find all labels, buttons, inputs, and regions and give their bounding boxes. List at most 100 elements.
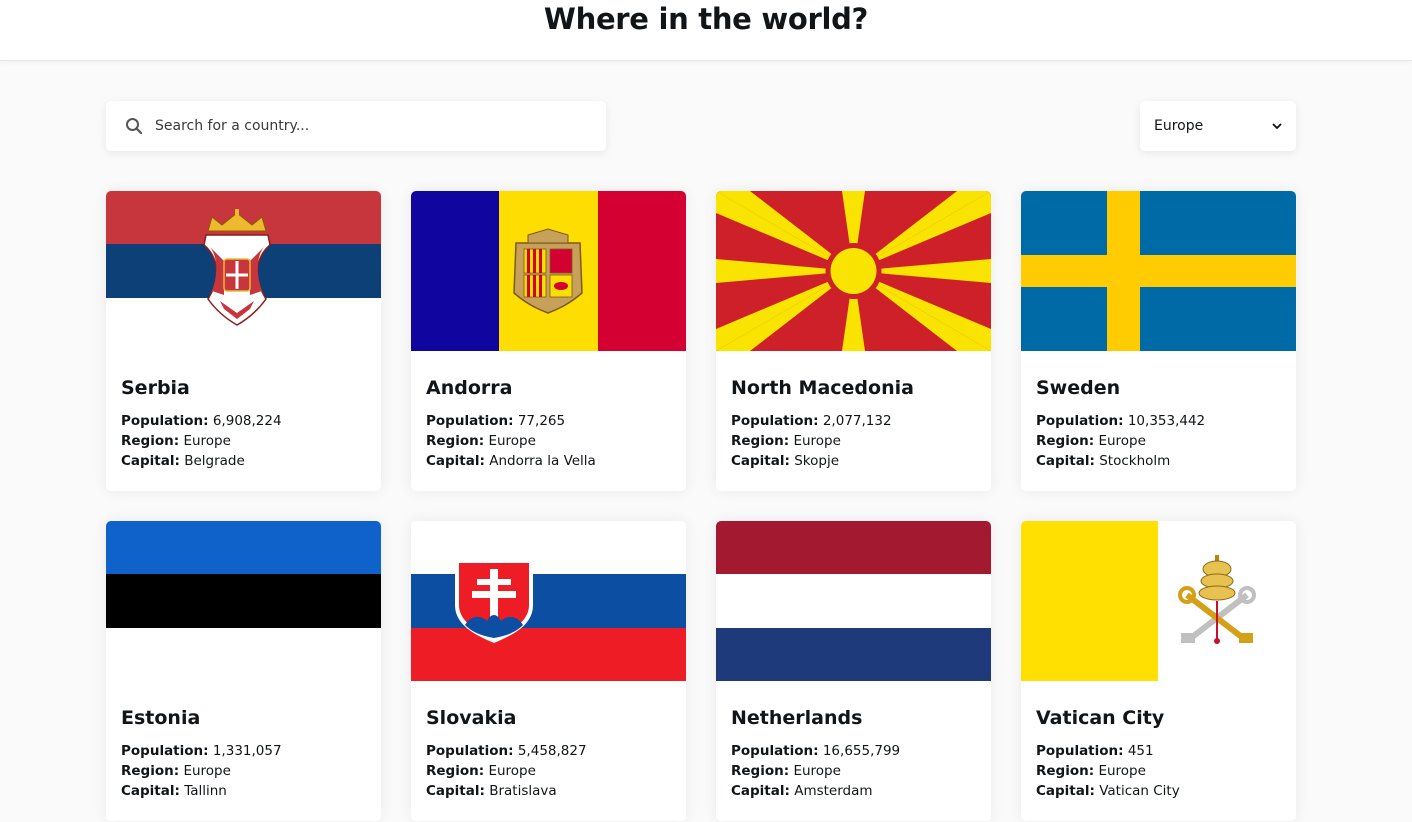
region-value: Europe — [488, 763, 536, 779]
country-card[interactable]: North Macedonia Population: 2,077,132 Re… — [716, 191, 991, 491]
region-line: Region: Europe — [1036, 431, 1281, 451]
region-line: Region: Europe — [731, 761, 976, 781]
region-filter-select[interactable]: Europe — [1140, 101, 1296, 151]
north-macedonia-flag — [716, 191, 991, 351]
estonia-flag — [106, 521, 381, 681]
header: Where in the world? — [0, 0, 1412, 61]
population-value: 77,265 — [517, 413, 566, 429]
region-label: Region: — [426, 433, 485, 449]
capital-line: Capital: Tallinn — [121, 781, 366, 801]
region-value: Europe — [1098, 763, 1146, 779]
capital-value: Skopje — [794, 453, 839, 469]
region-label: Region: — [426, 763, 485, 779]
population-label: Population: — [731, 413, 819, 429]
capital-label: Capital: — [731, 783, 790, 799]
region-value: Europe — [793, 433, 841, 449]
population-value: 5,458,827 — [517, 743, 587, 759]
region-line: Region: Europe — [121, 761, 366, 781]
region-label: Region: — [121, 433, 180, 449]
country-name: Sweden — [1036, 377, 1121, 399]
capital-line: Capital: Vatican City — [1036, 781, 1281, 801]
capital-label: Capital: — [1036, 453, 1095, 469]
netherlands-flag — [716, 521, 991, 681]
population-label: Population: — [121, 743, 209, 759]
serbia-flag — [106, 191, 381, 351]
capital-value: Belgrade — [184, 453, 245, 469]
capital-value: Amsterdam — [794, 783, 873, 799]
population-value: 451 — [1127, 743, 1154, 759]
capital-label: Capital: — [731, 453, 790, 469]
population-line: Population: 1,331,057 — [121, 741, 366, 761]
region-value: Europe — [183, 433, 231, 449]
country-card[interactable]: Netherlands Population: 16,655,799 Regio… — [716, 521, 991, 821]
capital-value: Andorra la Vella — [489, 453, 596, 469]
capital-value: Stockholm — [1099, 453, 1171, 469]
population-line: Population: 16,655,799 — [731, 741, 976, 761]
country-name: Estonia — [121, 707, 201, 729]
capital-value: Bratislava — [489, 783, 557, 799]
country-card[interactable]: Vatican City Population: 451 Region: Eur… — [1021, 521, 1296, 821]
population-value: 10,353,442 — [1127, 413, 1206, 429]
country-card[interactable]: Andorra Population: 77,265 Region: Europ… — [411, 191, 686, 491]
capital-value: Vatican City — [1099, 783, 1180, 799]
population-line: Population: 2,077,132 — [731, 411, 976, 431]
country-name: Serbia — [121, 377, 190, 399]
population-value: 6,908,224 — [212, 413, 282, 429]
population-label: Population: — [731, 743, 819, 759]
country-name: Netherlands — [731, 707, 863, 729]
search-icon — [124, 116, 144, 136]
capital-line: Capital: Bratislava — [426, 781, 671, 801]
capital-label: Capital: — [1036, 783, 1095, 799]
country-name: Vatican City — [1036, 707, 1165, 729]
capital-line: Capital: Amsterdam — [731, 781, 976, 801]
capital-label: Capital: — [426, 783, 485, 799]
region-label: Region: — [731, 433, 790, 449]
country-name: North Macedonia — [731, 377, 914, 399]
slovakia-flag — [411, 521, 686, 681]
population-label: Population: — [426, 413, 514, 429]
capital-line: Capital: Stockholm — [1036, 451, 1281, 471]
region-line: Region: Europe — [426, 761, 671, 781]
capital-value: Tallinn — [184, 783, 227, 799]
region-line: Region: Europe — [1036, 761, 1281, 781]
country-card[interactable]: Serbia Population: 6,908,224 Region: Eur… — [106, 191, 381, 491]
capital-line: Capital: Andorra la Vella — [426, 451, 671, 471]
population-label: Population: — [1036, 413, 1124, 429]
population-line: Population: 77,265 — [426, 411, 671, 431]
capital-label: Capital: — [426, 453, 485, 469]
region-value: Europe — [1098, 433, 1146, 449]
capital-label: Capital: — [121, 453, 180, 469]
region-value: Europe — [793, 763, 841, 779]
andorra-flag — [411, 191, 686, 351]
population-value: 2,077,132 — [822, 413, 892, 429]
country-card[interactable]: Sweden Population: 10,353,442 Region: Eu… — [1021, 191, 1296, 491]
population-label: Population: — [1036, 743, 1124, 759]
chevron-down-icon — [1272, 118, 1282, 134]
country-name: Andorra — [426, 377, 513, 399]
country-card[interactable]: Slovakia Population: 5,458,827 Region: E… — [411, 521, 686, 821]
search-box[interactable] — [106, 101, 606, 151]
population-label: Population: — [426, 743, 514, 759]
region-value: Europe — [488, 433, 536, 449]
country-name: Slovakia — [426, 707, 517, 729]
region-line: Region: Europe — [731, 431, 976, 451]
capital-line: Capital: Belgrade — [121, 451, 366, 471]
population-value: 1,331,057 — [212, 743, 282, 759]
country-card[interactable]: Estonia Population: 1,331,057 Region: Eu… — [106, 521, 381, 821]
region-line: Region: Europe — [426, 431, 671, 451]
search-input[interactable] — [155, 118, 575, 134]
vatican-city-flag — [1021, 521, 1296, 681]
region-label: Region: — [1036, 433, 1095, 449]
page-title: Where in the world? — [543, 2, 869, 36]
capital-line: Capital: Skopje — [731, 451, 976, 471]
region-label: Region: — [121, 763, 180, 779]
capital-label: Capital: — [121, 783, 180, 799]
population-line: Population: 10,353,442 — [1036, 411, 1281, 431]
population-value: 16,655,799 — [822, 743, 901, 759]
sweden-flag — [1021, 191, 1296, 351]
region-label: Region: — [731, 763, 790, 779]
population-label: Population: — [121, 413, 209, 429]
population-line: Population: 5,458,827 — [426, 741, 671, 761]
region-filter-value: Europe — [1154, 118, 1204, 134]
population-line: Population: 6,908,224 — [121, 411, 366, 431]
